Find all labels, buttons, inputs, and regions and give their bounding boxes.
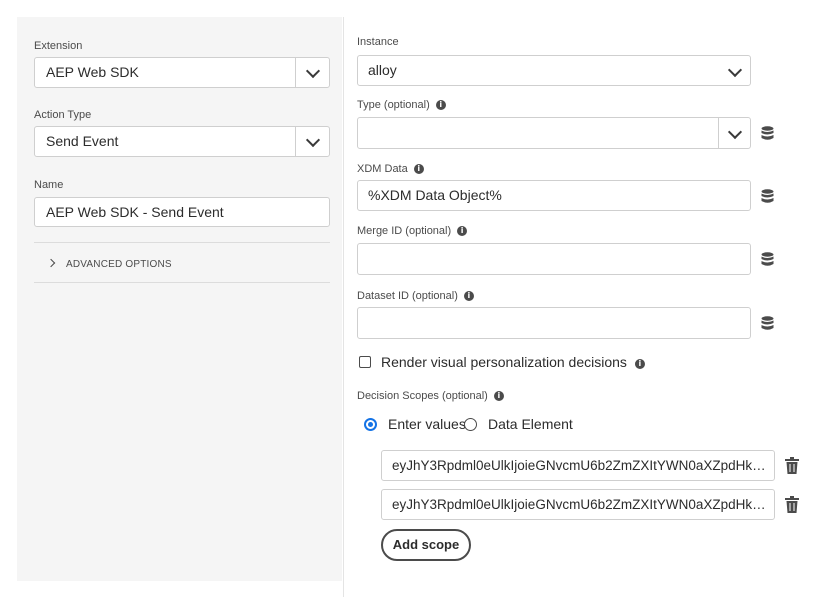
advanced-options-toggle[interactable]: ADVANCED OPTIONS xyxy=(46,258,172,270)
divider xyxy=(34,242,330,243)
decision-scopes-label: Decision Scopes (optional) i xyxy=(357,390,504,402)
info-icon[interactable]: i xyxy=(413,164,424,174)
type-dropdown-button[interactable] xyxy=(718,118,750,148)
type-label-text: Type (optional) xyxy=(357,99,430,111)
xdm-label-text: XDM Data xyxy=(357,163,408,175)
trash-icon[interactable] xyxy=(785,457,799,474)
scope-input-1[interactable]: eyJhY3Rpdml0eUlkIjoieGNvcmU6b2ZmZXItYWN0… xyxy=(381,450,775,481)
info-icon[interactable]: i xyxy=(457,226,468,236)
instance-select[interactable]: alloy xyxy=(357,55,751,86)
chevron-down-icon xyxy=(305,132,321,148)
extension-label: Extension xyxy=(34,40,83,52)
radio-data-element[interactable] xyxy=(464,418,477,431)
divider xyxy=(34,282,330,283)
chevron-down-icon xyxy=(727,62,743,78)
radio-enter-values[interactable] xyxy=(364,418,377,431)
chevron-down-icon xyxy=(305,63,321,79)
render-personalization-row: Render visual personalization decisions i xyxy=(381,354,645,370)
radio-enter-values-label: Enter values xyxy=(388,416,466,432)
merge-id-label: Merge ID (optional) i xyxy=(357,225,468,237)
type-select[interactable] xyxy=(357,117,751,149)
type-label: Type (optional) i xyxy=(357,99,446,111)
dataset-id-input[interactable] xyxy=(357,307,751,339)
merge-id-input[interactable] xyxy=(357,243,751,275)
info-icon[interactable]: i xyxy=(634,359,645,369)
info-icon[interactable]: i xyxy=(493,391,504,401)
scope-input-2[interactable]: eyJhY3Rpdml0eUlkIjoieGNvcmU6b2ZmZXItYWN0… xyxy=(381,489,775,520)
name-label: Name xyxy=(34,179,64,191)
database-icon[interactable] xyxy=(761,252,774,267)
extension-select[interactable]: AEP Web SDK xyxy=(34,57,330,88)
add-scope-button[interactable]: Add scope xyxy=(381,529,471,561)
instance-value: alloy xyxy=(368,62,397,78)
info-icon[interactable]: i xyxy=(435,100,446,110)
decision-scopes-label-text: Decision Scopes (optional) xyxy=(357,390,488,402)
left-panel: Extension AEP Web SDK Action Type Send E… xyxy=(17,17,342,581)
action-type-select[interactable]: Send Event xyxy=(34,126,330,157)
chevron-right-icon xyxy=(46,258,56,268)
render-personalization-label: Render visual personalization decisions xyxy=(381,354,627,370)
xdm-data-input[interactable]: %XDM Data Object% xyxy=(357,180,751,211)
info-icon[interactable]: i xyxy=(463,291,474,301)
database-icon[interactable] xyxy=(761,189,774,204)
merge-id-label-text: Merge ID (optional) xyxy=(357,225,452,237)
extension-value: AEP Web SDK xyxy=(46,64,139,80)
action-type-label: Action Type xyxy=(34,109,92,121)
database-icon[interactable] xyxy=(761,316,774,331)
right-panel: Instance alloy Type (optional) i XDM Data… xyxy=(343,17,804,597)
advanced-options-label: ADVANCED OPTIONS xyxy=(66,259,172,270)
action-type-dropdown-button[interactable] xyxy=(295,127,329,156)
trash-icon[interactable] xyxy=(785,496,799,513)
extension-dropdown-button[interactable] xyxy=(295,58,329,87)
chevron-down-icon xyxy=(727,124,743,140)
database-icon[interactable] xyxy=(761,126,774,141)
render-personalization-checkbox[interactable] xyxy=(359,356,371,368)
name-input[interactable]: AEP Web SDK - Send Event xyxy=(34,197,330,227)
instance-label: Instance xyxy=(357,36,399,48)
radio-data-element-label: Data Element xyxy=(488,416,573,432)
xdm-label: XDM Data i xyxy=(357,163,424,175)
action-type-value: Send Event xyxy=(46,133,119,149)
dataset-id-label: Dataset ID (optional) i xyxy=(357,290,474,302)
dataset-id-label-text: Dataset ID (optional) xyxy=(357,290,458,302)
